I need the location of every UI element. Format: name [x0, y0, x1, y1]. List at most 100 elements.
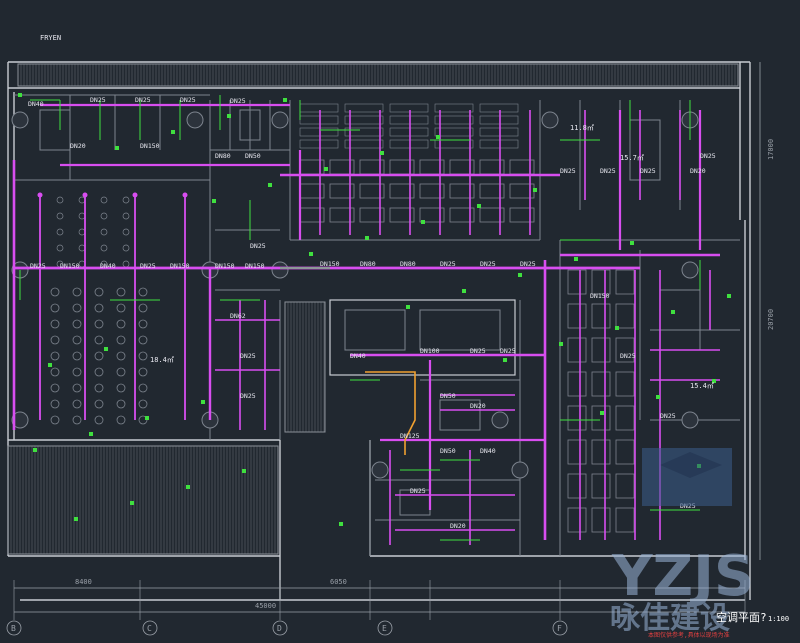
valve-marker — [615, 326, 619, 330]
valve-marker — [406, 305, 410, 309]
pipe-size-label: DN150 — [320, 260, 340, 268]
seat — [138, 399, 148, 409]
pipe-size-label: DN40 — [350, 352, 366, 360]
desk — [567, 371, 587, 397]
drawing-caption: 空调平面? — [716, 610, 767, 624]
seat — [116, 287, 126, 297]
desk — [479, 127, 519, 137]
valve-marker — [115, 146, 119, 150]
seat — [94, 319, 104, 329]
seat — [94, 287, 104, 297]
pipe-size-label: DN25 — [140, 262, 156, 270]
structural-column — [541, 111, 559, 129]
pipe-size-label: DN80 — [215, 152, 231, 160]
watermark-chinese: 咏佳建设 — [610, 601, 730, 636]
seat — [122, 244, 130, 252]
dimension-value: 6050 — [330, 578, 347, 586]
seat — [100, 196, 108, 204]
pipe-size-label: DN25 — [410, 487, 426, 495]
seat — [50, 351, 60, 361]
seat — [50, 335, 60, 345]
seat — [116, 415, 126, 425]
valve-marker — [309, 252, 313, 256]
desk — [299, 139, 339, 149]
valve-marker — [324, 167, 328, 171]
footer-note: 本图仅供参考,具体以现场为准 — [648, 631, 730, 639]
seat — [56, 228, 64, 236]
seat — [56, 244, 64, 252]
stair-core — [344, 309, 406, 351]
seat — [72, 287, 82, 297]
pipe-size-label: DN50 — [440, 447, 456, 455]
pipe-size-label: DN25 — [500, 347, 516, 355]
grid-label: C — [147, 624, 152, 633]
desk — [389, 139, 429, 149]
valve-marker — [33, 448, 37, 452]
valve-marker — [89, 432, 93, 436]
pipe-size-label: DN150 — [245, 262, 265, 270]
elevator-core — [419, 309, 501, 351]
pipe-size-label: DN25 — [135, 96, 151, 104]
seat — [122, 228, 130, 236]
pipe-size-label: DN25 — [660, 412, 676, 420]
desk — [299, 103, 339, 113]
desk — [615, 439, 635, 465]
valve-marker — [104, 347, 108, 351]
seat — [122, 212, 130, 220]
pipe-size-label: DN40 — [100, 262, 116, 270]
seat — [94, 351, 104, 361]
seat — [56, 212, 64, 220]
valve-marker — [186, 485, 190, 489]
desk — [479, 115, 519, 125]
dimension-value: 8400 — [75, 578, 92, 586]
seat — [94, 415, 104, 425]
seat — [72, 383, 82, 393]
desk — [591, 303, 611, 329]
valve-marker — [145, 416, 149, 420]
room-area-label: 18.4㎡ — [150, 356, 174, 364]
seat — [72, 415, 82, 425]
seat — [116, 351, 126, 361]
seat — [138, 287, 148, 297]
seat — [94, 335, 104, 345]
seat — [50, 319, 60, 329]
seat — [116, 335, 126, 345]
seat — [50, 367, 60, 377]
desk — [591, 405, 611, 431]
valve-marker — [477, 204, 481, 208]
pipe-size-label: DN150 — [215, 262, 235, 270]
seat — [50, 399, 60, 409]
pipe-size-label: DN25 — [240, 352, 256, 360]
pipe-size-label: DN25 — [560, 167, 576, 175]
desk — [615, 269, 635, 295]
pipe-terminal — [37, 192, 43, 198]
dimension-value: 20700 — [767, 309, 775, 330]
seat — [94, 367, 104, 377]
valve-marker — [74, 517, 78, 521]
highlight-duct — [365, 371, 416, 455]
seat — [94, 383, 104, 393]
seat — [138, 335, 148, 345]
desk — [299, 115, 339, 125]
pipe-size-label: DN25 — [240, 392, 256, 400]
drawing-scale: 1:100 — [768, 615, 789, 623]
pipe-terminal — [82, 192, 88, 198]
seat — [56, 196, 64, 204]
desk — [389, 115, 429, 125]
desk — [591, 269, 611, 295]
valve-marker — [421, 220, 425, 224]
floor-plan-drawing: DN40 DN25 DN25 DN25 DN20 DN150 DN25 DN80 DN50 DN4… — [6, 34, 789, 639]
desk — [615, 473, 635, 499]
seat — [50, 287, 60, 297]
pipe-size-label: DN25 — [470, 347, 486, 355]
pipe-size-label: DN150 — [170, 262, 190, 270]
seat — [100, 244, 108, 252]
valve-marker — [242, 469, 246, 473]
pipe-size-label: DN150 — [590, 292, 610, 300]
desk — [567, 337, 587, 363]
seat — [94, 399, 104, 409]
seat — [100, 228, 108, 236]
pipe-size-label: DN25 — [520, 260, 536, 268]
structural-column — [371, 461, 389, 479]
structural-column — [186, 111, 204, 129]
